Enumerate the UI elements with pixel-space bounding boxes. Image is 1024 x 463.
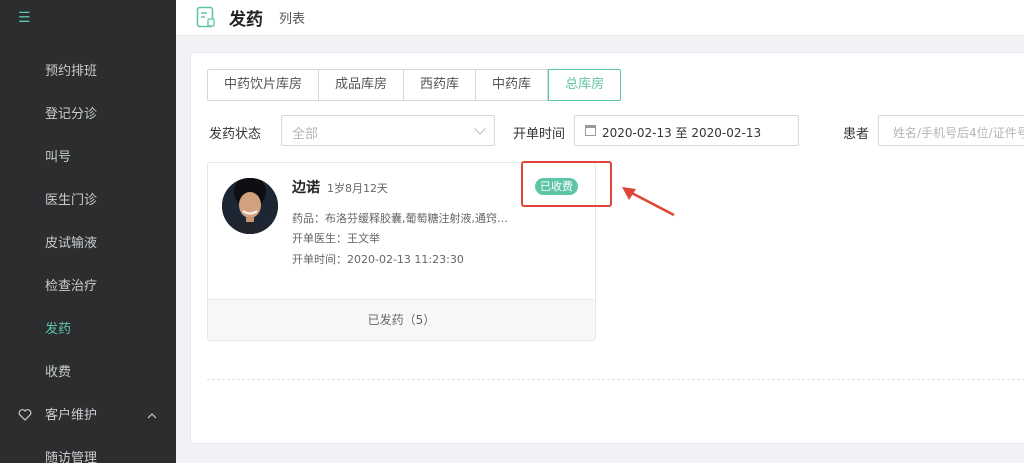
status-select-value: 全部	[292, 127, 319, 142]
patient-name: 边诺	[292, 180, 320, 196]
sidebar-item-registration[interactable]: 登记分诊	[0, 93, 176, 136]
sidebar: ☰ 预约排班 登记分诊 叫号 医生门诊 皮试输液 检查治疗 发药 收费 客户维护…	[0, 0, 176, 463]
sidebar-item-label: 发药	[45, 322, 72, 337]
calendar-icon	[585, 125, 596, 136]
annotation-arrow-icon	[622, 187, 675, 217]
sidebar-item-label: 预约排班	[45, 64, 98, 79]
sidebar-item-label: 随访管理	[45, 451, 98, 463]
tab-herbal-slices[interactable]: 中药饮片库房	[207, 69, 320, 101]
patient-search-input[interactable]: 姓名/手机号后4位/证件号	[878, 115, 1024, 146]
sidebar-item-dispensing[interactable]: 发药	[0, 308, 176, 351]
sidebar-item-billing[interactable]: 收费	[0, 351, 176, 394]
dispensed-count-button[interactable]: 已发药（5）	[208, 299, 595, 340]
patient-filter-label: 患者	[843, 127, 870, 142]
sidebar-item-label: 收费	[45, 365, 72, 380]
sidebar-item-examination[interactable]: 检查治疗	[0, 265, 176, 308]
sidebar-item-label: 登记分诊	[45, 107, 98, 122]
date-range-value: 2020-02-13 至 2020-02-13	[602, 126, 762, 140]
sidebar-item-calling[interactable]: 叫号	[0, 136, 176, 179]
sidebar-item-outpatient[interactable]: 医生门诊	[0, 179, 176, 222]
drug-list: 药品：布洛芬缓释胶囊,葡萄糖注射液,通窍…	[292, 212, 508, 225]
sidebar-item-infusion[interactable]: 皮试输液	[0, 222, 176, 265]
tab-finished-goods[interactable]: 成品库房	[319, 69, 405, 101]
document-icon	[196, 6, 216, 28]
prescribing-doctor: 开单医生：王文举	[292, 232, 380, 245]
page-title: 发药	[229, 10, 263, 30]
warehouse-tabs: 中药饮片库房 成品库房 西药库 中药库 总库房	[207, 69, 622, 101]
heart-icon	[18, 394, 32, 437]
content-panel: 中药饮片库房 成品库房 西药库 中药库 总库房 发药状态 全部 开单时间 202…	[190, 52, 1024, 444]
page-header: 发药 列表	[176, 0, 1024, 36]
time-filter-label: 开单时间	[513, 127, 566, 142]
patient-age: 1岁8月12天	[327, 182, 388, 195]
sidebar-item-appointment[interactable]: 预约排班	[0, 50, 176, 93]
status-filter-label: 发药状态	[209, 127, 262, 142]
sidebar-group-customer[interactable]: 客户维护	[0, 394, 176, 437]
sidebar-item-followup[interactable]: 随访管理	[0, 437, 176, 463]
chevron-up-icon[interactable]	[146, 394, 158, 437]
order-time: 开单时间：2020-02-13 11:23:30	[292, 253, 464, 266]
status-select[interactable]: 全部	[281, 115, 495, 146]
annotation-highlight-box	[521, 161, 612, 207]
tab-western-medicine[interactable]: 西药库	[404, 69, 477, 101]
sidebar-group-label: 客户维护	[45, 408, 98, 423]
menu-toggle-icon[interactable]: ☰	[18, 10, 31, 26]
chevron-down-icon	[474, 123, 486, 135]
tab-main-warehouse[interactable]: 总库房	[548, 69, 622, 101]
sidebar-item-label: 检查治疗	[45, 279, 98, 294]
sidebar-item-label: 叫号	[45, 150, 72, 165]
sidebar-item-label: 医生门诊	[45, 193, 98, 208]
tab-chinese-medicine[interactable]: 中药库	[476, 69, 549, 101]
patient-search-placeholder: 姓名/手机号后4位/证件号	[893, 126, 1024, 140]
sidebar-item-label: 皮试输液	[45, 236, 98, 251]
avatar	[222, 178, 278, 234]
divider	[207, 379, 1024, 380]
date-range-picker[interactable]: 2020-02-13 至 2020-02-13	[574, 115, 799, 146]
page-subtitle: 列表	[279, 12, 306, 27]
